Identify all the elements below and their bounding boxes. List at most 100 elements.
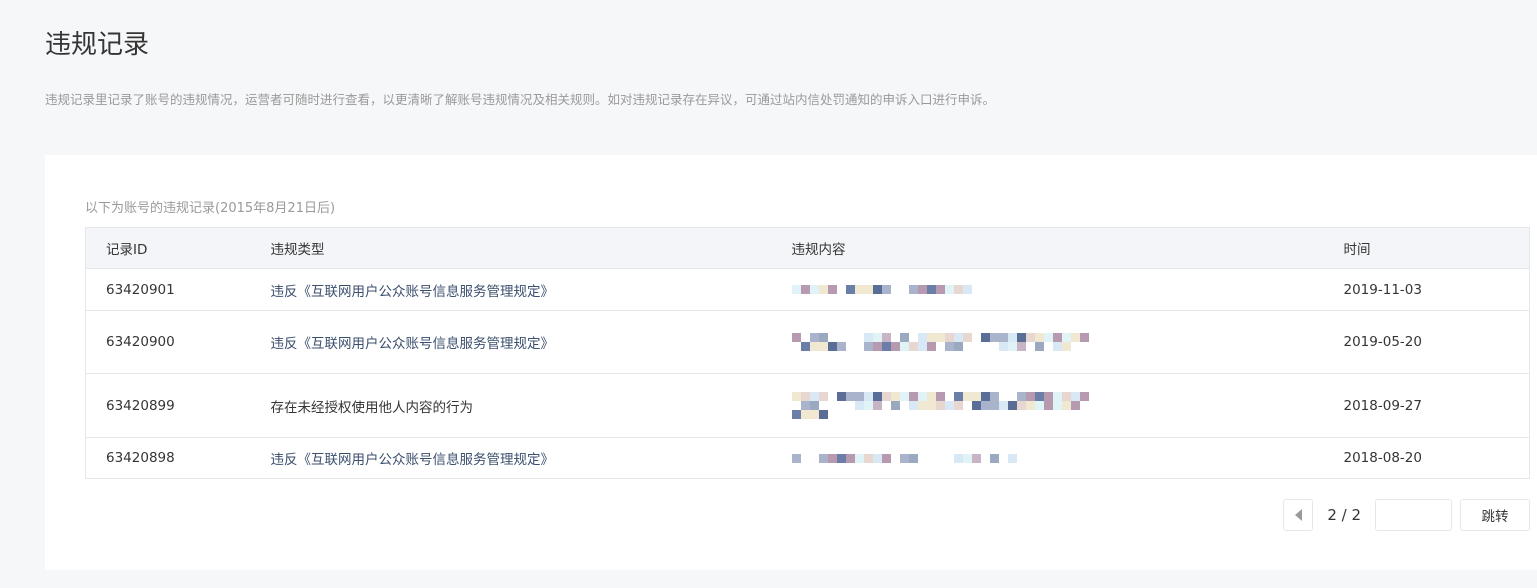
redaction-pixel — [800, 410, 810, 419]
redaction-pixel — [1052, 392, 1062, 401]
redaction-pixel — [845, 333, 855, 342]
redaction-pixel — [1034, 401, 1044, 410]
redaction-pixel — [935, 285, 945, 294]
redaction-pixel — [1070, 401, 1080, 410]
redaction-pixel — [980, 392, 990, 401]
redaction-pixel — [809, 410, 819, 419]
redaction-pixel — [998, 453, 1008, 463]
redaction-pixel — [989, 392, 999, 401]
redaction-pixel — [944, 453, 954, 463]
redaction-pixel — [944, 342, 954, 351]
redaction-pixel — [1061, 333, 1071, 342]
redaction-pixel — [980, 401, 990, 410]
redaction-pixel — [800, 401, 810, 410]
redaction-pixel — [818, 392, 828, 401]
redaction-pixel — [890, 392, 900, 401]
redaction-pixel — [845, 401, 855, 410]
redaction-pixel — [1016, 342, 1026, 351]
redaction-pixel — [1043, 401, 1053, 410]
redacted-content — [791, 310, 1344, 374]
redaction-pixel — [854, 392, 864, 401]
redaction-pixel — [818, 342, 828, 351]
redaction-pixel — [863, 401, 873, 410]
record-type-link[interactable]: 违反《互联网用户公众账号信息服务管理规定》 — [270, 437, 792, 479]
redaction-pixel — [845, 453, 855, 463]
redaction-pixel — [845, 342, 855, 351]
redaction-pixel — [845, 285, 855, 294]
redaction-pixel — [827, 453, 837, 463]
page-indicator: 2 / 2 — [1327, 506, 1361, 524]
redaction-pixel — [836, 453, 846, 463]
redaction-pixel — [953, 285, 963, 294]
redaction-pixel — [926, 333, 936, 342]
table-row: 63420900 违反《互联网用户公众账号信息服务管理规定》 2019-05-2… — [85, 310, 1530, 374]
redaction-pixel — [1070, 392, 1080, 401]
redaction-pixel — [908, 333, 918, 342]
redaction-pixel — [791, 333, 801, 342]
redaction-pixel — [881, 453, 891, 463]
redaction-pixel — [881, 333, 891, 342]
page-jump-input[interactable] — [1375, 499, 1452, 531]
redaction-pixel — [953, 401, 963, 410]
redaction-pixel — [1016, 392, 1026, 401]
redaction-pixel — [1025, 401, 1035, 410]
table-row: 63420901 违反《互联网用户公众账号信息服务管理规定》 2019-11-0… — [85, 268, 1530, 311]
redaction-pixel — [962, 285, 972, 294]
redaction-pixel — [944, 401, 954, 410]
redaction-pixel — [818, 410, 828, 419]
redaction-pixel — [881, 285, 891, 294]
redaction-pixel — [899, 453, 909, 463]
jump-button[interactable]: 跳转 — [1460, 499, 1530, 531]
redaction-pixel — [854, 453, 864, 463]
redaction-pixel — [980, 333, 990, 342]
redaction-pixel — [827, 401, 837, 410]
redaction-pixel — [827, 392, 837, 401]
redaction-pixel — [1079, 333, 1089, 342]
redaction-pixel — [890, 342, 900, 351]
redaction-pixel — [971, 342, 981, 351]
col-id: 记录ID — [85, 227, 271, 269]
redaction-pixel — [1061, 342, 1071, 351]
redaction-pixel — [962, 453, 972, 463]
col-time: 时间 — [1343, 227, 1530, 269]
redaction-pixel — [944, 392, 954, 401]
redaction-pixel — [818, 333, 828, 342]
redaction-pixel — [917, 342, 927, 351]
redaction-pixel — [863, 453, 873, 463]
redaction-pixel — [809, 453, 819, 463]
redaction-pixel — [1052, 333, 1062, 342]
redaction-pixel — [908, 392, 918, 401]
record-time: 2019-11-03 — [1343, 268, 1530, 311]
redaction-pixel — [1016, 401, 1026, 410]
redaction-pixel — [908, 453, 918, 463]
redaction-pixel — [809, 285, 819, 294]
redaction-pixel — [962, 401, 972, 410]
record-type-link[interactable]: 违反《互联网用户公众账号信息服务管理规定》 — [270, 310, 792, 374]
redaction-pixel — [1061, 392, 1071, 401]
redaction-pixel — [854, 285, 864, 294]
redaction-pixel — [998, 333, 1008, 342]
redaction-pixel — [1061, 401, 1071, 410]
redaction-pixel — [1079, 392, 1089, 401]
redaction-pixel — [791, 342, 801, 351]
redaction-pixel — [800, 285, 810, 294]
redaction-pixel — [863, 342, 873, 351]
redaction-pixel — [791, 285, 801, 294]
records-table: 记录ID 违规类型 违规内容 时间 63420901 违反《互联网用户公众账号信… — [85, 227, 1530, 479]
redaction-pixel — [890, 401, 900, 410]
redaction-pixel — [935, 401, 945, 410]
redaction-pixel — [1025, 333, 1035, 342]
col-type: 违规类型 — [270, 227, 792, 269]
record-type-link[interactable]: 违反《互联网用户公众账号信息服务管理规定》 — [270, 268, 792, 311]
redaction-pixel — [1079, 401, 1089, 410]
prev-page-button[interactable] — [1283, 499, 1314, 531]
redaction-pixel — [971, 392, 981, 401]
redaction-pixel — [854, 333, 864, 342]
redaction-pixel — [1007, 453, 1017, 463]
redaction-pixel — [809, 342, 819, 351]
redaction-pixel — [818, 285, 828, 294]
redaction-pixel — [989, 453, 999, 463]
redaction-pixel — [845, 392, 855, 401]
redacted-content — [791, 373, 1344, 438]
redaction-pixel — [989, 401, 999, 410]
